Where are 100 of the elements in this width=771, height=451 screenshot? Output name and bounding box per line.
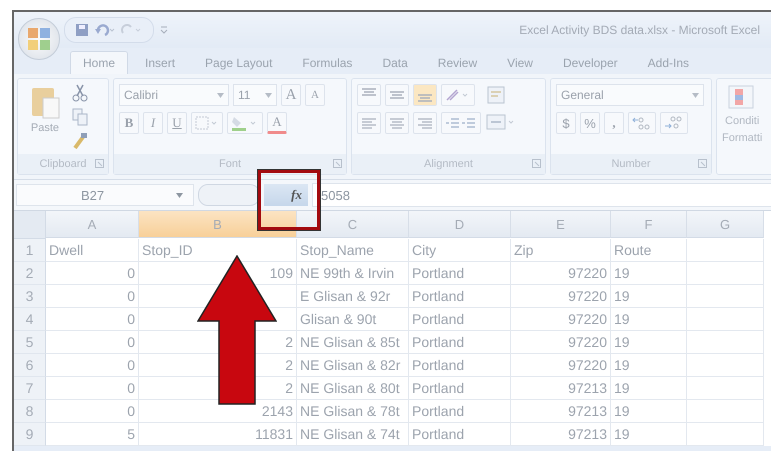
select-all-corner[interactable] [14,211,46,239]
dialog-launcher-icon[interactable] [95,159,104,168]
table-cell: 97213 [511,423,611,446]
align-lines-icon [417,94,433,102]
column-header[interactable]: F [611,211,687,238]
align-button[interactable] [357,84,381,106]
ribbon-tab[interactable]: Developer [550,51,631,74]
name-box[interactable]: B27 [16,184,194,206]
column-header[interactable]: B [139,211,297,238]
font-color-button[interactable]: A [267,112,287,134]
table-cell: 97220 [511,308,611,331]
dialog-launcher-icon[interactable] [698,159,707,168]
format-painter-icon[interactable] [72,132,88,150]
undo-icon[interactable] [95,23,115,37]
decrease-decimal-icon [664,116,684,130]
dialog-launcher-icon[interactable] [532,159,541,168]
table-cell: 0 [46,377,139,400]
decrease-decimal-button[interactable] [660,112,688,134]
table-cell: NE Glisan & 74t [297,423,409,446]
ribbon-tab[interactable]: Review [424,51,490,74]
column-header[interactable]: C [297,211,409,238]
office-button[interactable] [18,18,60,60]
cut-icon[interactable] [72,84,88,102]
insert-function-button[interactable]: fx [264,184,308,206]
fill-color-button[interactable] [227,112,263,134]
table-cell: NE Glisan & 80t [297,377,409,400]
table-cell: 97220 [511,262,611,285]
ribbon-tab[interactable]: Insert [132,51,188,74]
highlight-frame [258,170,320,230]
ribbon-tab[interactable]: Formulas [289,51,366,74]
font-name-dropdown[interactable]: Calibri [119,84,229,106]
table-cell: 0 [46,262,139,285]
borders-button[interactable] [191,112,223,134]
conditional-formatting-label[interactable]: Conditi [725,114,760,129]
formula-bar-divider-handle[interactable] [198,184,260,206]
caret-icon [692,92,699,98]
window-title: Excel Activity BDS data.xlsx - Microsoft Excel [519,23,760,37]
align-button[interactable] [385,112,409,134]
table-cell: 97220 [511,285,611,308]
shrink-font-button[interactable]: A [305,84,325,106]
table-cell: 0 [46,308,139,331]
row-header[interactable]: 6 [14,354,46,377]
table-cell: 0 [46,285,139,308]
currency-button[interactable]: $ [556,112,576,134]
merge-cells-icon[interactable] [486,112,516,132]
copy-icon[interactable] [72,108,88,126]
table-cell: 11831 [139,423,297,446]
column-header[interactable]: A [46,211,139,238]
row-header[interactable]: 4 [14,308,46,331]
underline-button[interactable]: U [167,112,187,134]
italic-button[interactable]: I [143,112,163,134]
percent-button[interactable]: % [580,112,600,134]
bold-button[interactable]: B [119,112,139,134]
table-cell: Portland [409,308,511,331]
align-button[interactable] [385,84,409,106]
table-cell: Portland [409,285,511,308]
align-button[interactable] [413,84,437,106]
ribbon-tab[interactable]: Page Layout [192,51,286,74]
increase-decimal-icon [632,116,652,130]
table-cell: 19 [611,285,687,308]
row-header[interactable]: 8 [14,400,46,423]
save-icon[interactable] [75,23,89,37]
table-cell: NE Glisan & 82r [297,354,409,377]
paste-button[interactable]: Paste [23,84,67,150]
table-cell: 19 [611,331,687,354]
table-cell: City [409,239,511,262]
caret-icon [176,192,183,198]
ribbon-tab[interactable]: Add-Ins [634,51,702,74]
office-logo-icon [27,27,51,51]
row-header[interactable]: 9 [14,423,46,446]
align-button[interactable] [357,112,381,134]
ribbon-tab[interactable]: View [494,51,546,74]
formula-input-field[interactable]: 5058 [312,183,771,207]
table-cell: 19 [611,308,687,331]
orientation-button[interactable] [441,84,475,106]
dialog-launcher-icon[interactable] [333,159,342,168]
row-header[interactable]: 5 [14,331,46,354]
indent-button[interactable] [441,112,481,134]
row-header[interactable]: 1 [14,239,46,262]
ribbon-tab[interactable]: Home [70,51,128,74]
table-cell: Route [611,239,687,262]
column-header[interactable]: G [687,211,764,238]
row-header[interactable]: 3 [14,285,46,308]
table-cell: 19 [611,377,687,400]
column-header[interactable]: D [409,211,511,238]
align-lines-icon [389,117,405,129]
grow-font-button[interactable]: A [281,84,301,106]
font-size-dropdown[interactable]: 11 [233,84,277,106]
row-header[interactable]: 7 [14,377,46,400]
number-format-dropdown[interactable]: General [556,84,704,106]
customize-toolbar-icon[interactable] [160,25,168,35]
align-button[interactable] [413,112,437,134]
comma-button[interactable]: , [604,112,624,134]
increase-decimal-button[interactable] [628,112,656,134]
table-cell: 19 [611,423,687,446]
align-lines-icon [389,91,405,99]
conditional-formatting-label[interactable]: Formatti [722,131,762,146]
ribbon-tab[interactable]: Data [369,51,421,74]
row-header[interactable]: 2 [14,262,46,285]
column-header[interactable]: E [511,211,611,238]
